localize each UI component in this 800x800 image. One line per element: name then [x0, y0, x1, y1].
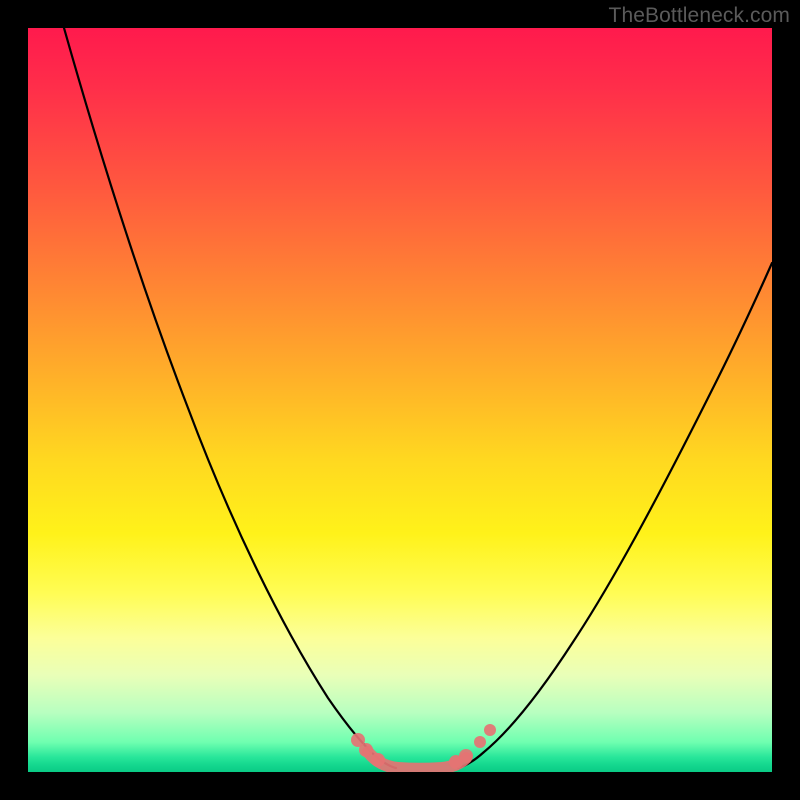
highlight-dot	[359, 743, 373, 757]
left-curve	[64, 28, 396, 768]
right-curve	[458, 263, 772, 768]
plot-area	[28, 28, 772, 772]
watermark-text: TheBottleneck.com	[609, 4, 790, 28]
chart-frame: TheBottleneck.com	[0, 0, 800, 800]
highlight-dot	[459, 749, 473, 763]
curve-layer	[28, 28, 772, 772]
highlight-dot	[484, 724, 496, 736]
highlight-dot	[474, 736, 486, 748]
highlight-dot	[371, 753, 385, 767]
